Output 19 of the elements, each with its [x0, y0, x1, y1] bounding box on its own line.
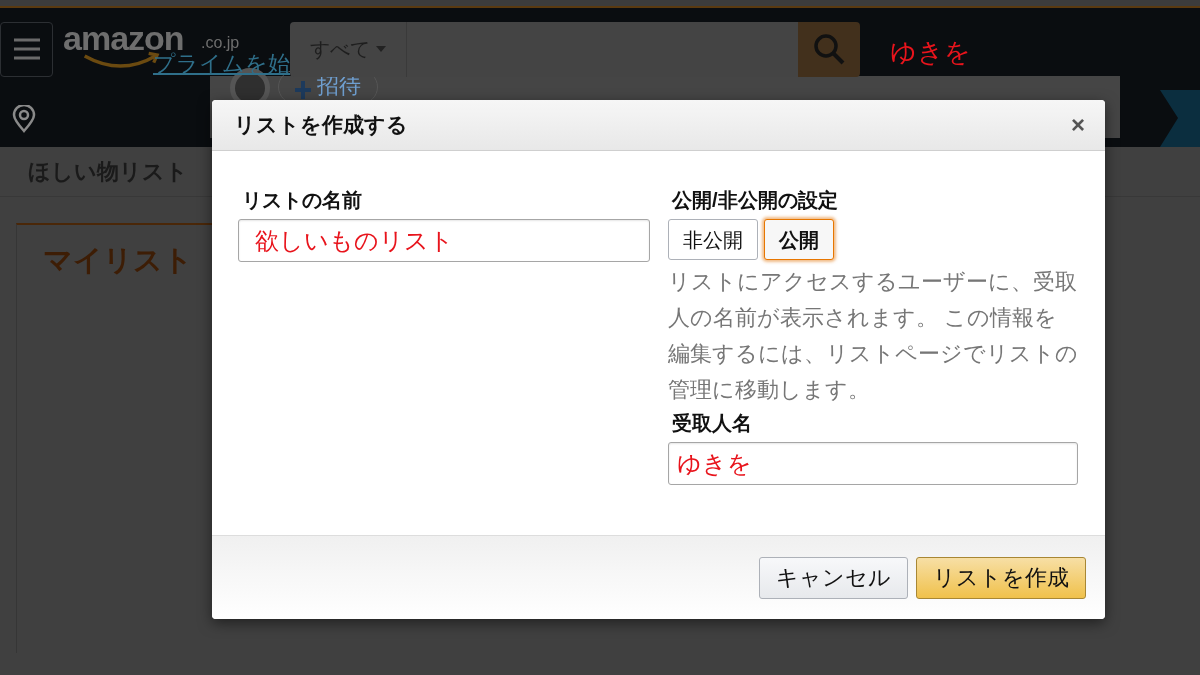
menu-button[interactable]: [0, 21, 53, 77]
close-button[interactable]: ×: [1067, 113, 1089, 137]
search-field[interactable]: [407, 21, 798, 77]
privacy-option[interactable]: 公開: [764, 219, 834, 260]
chevron-banner-icon: [1160, 90, 1200, 147]
dialog-title: リストを作成する: [234, 112, 408, 139]
location-pin-icon[interactable]: [12, 104, 36, 133]
list-name-field[interactable]: 欲しいものリスト: [238, 219, 650, 262]
privacy-note: リストにアクセスするユーザーに、受取人の名前が表示されます。 この情報を編集するには、リストページでリストの管理に移動します。: [668, 268, 1078, 404]
create-list-button[interactable]: リストを作成: [916, 556, 1086, 599]
logo-domain: .co.jp: [201, 33, 240, 53]
field-label: 受取人名: [672, 411, 753, 436]
cancel-button[interactable]: キャンセル: [759, 556, 908, 599]
privacy-option[interactable]: 非公開: [668, 219, 758, 260]
caret-icon: [376, 46, 386, 52]
menu-icon: [12, 37, 41, 61]
recipient-name-field[interactable]: ゆきを: [668, 442, 1078, 485]
search-icon: [812, 32, 846, 66]
annotation-text: ゆきを: [890, 35, 971, 69]
